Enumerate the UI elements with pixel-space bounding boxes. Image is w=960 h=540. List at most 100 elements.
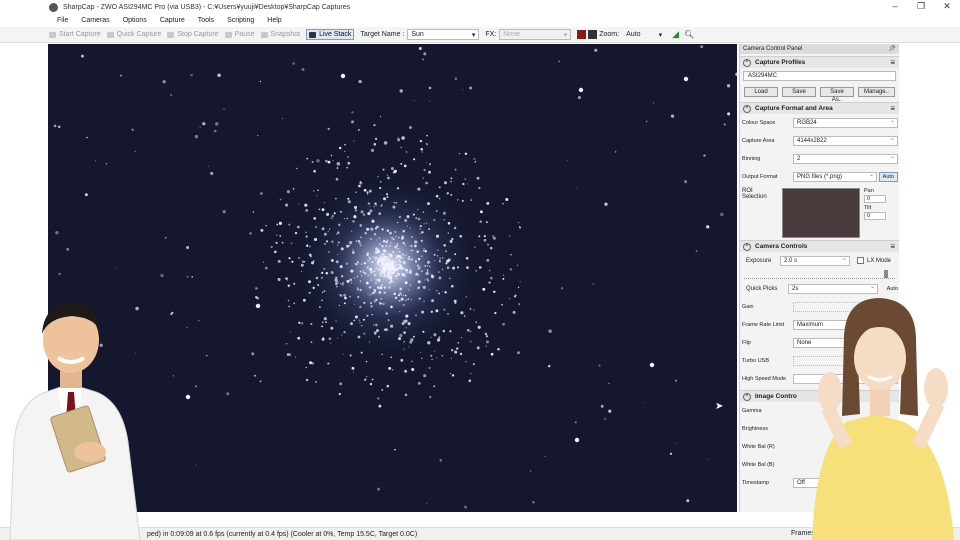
star bbox=[383, 141, 388, 145]
collapse-icon[interactable]: ⌃ bbox=[743, 242, 751, 251]
dropdown-arrow-icon: ▾ bbox=[658, 31, 663, 39]
menu-cameras[interactable]: Cameras bbox=[81, 17, 109, 24]
start-capture-button[interactable]: Start Capture bbox=[49, 31, 101, 38]
star bbox=[389, 244, 392, 247]
profile-select[interactable]: ASI294MC bbox=[743, 71, 896, 81]
zoom-select[interactable]: Auto ▾ bbox=[622, 29, 666, 40]
roi-preview[interactable] bbox=[782, 188, 860, 238]
menu-options[interactable]: Options bbox=[123, 17, 147, 24]
camera-controls-header[interactable]: ⌃ Camera Controls ≡ bbox=[740, 240, 899, 252]
star bbox=[518, 221, 520, 224]
star bbox=[311, 160, 314, 164]
maximize-button[interactable]: ❐ bbox=[908, 0, 934, 14]
binning-select[interactable]: 2 bbox=[793, 153, 898, 164]
magnifier-icon[interactable]: 🔍︎ bbox=[684, 30, 694, 39]
star bbox=[462, 182, 465, 186]
minimize-button[interactable]: – bbox=[882, 0, 908, 14]
star bbox=[371, 292, 374, 295]
pause-button[interactable]: Pause bbox=[224, 31, 255, 38]
save-button[interactable]: Save bbox=[781, 87, 816, 97]
star bbox=[421, 255, 423, 257]
star bbox=[423, 52, 427, 56]
star bbox=[423, 223, 425, 225]
star bbox=[449, 372, 452, 375]
exposure-slider[interactable] bbox=[744, 270, 895, 279]
menu-scripting[interactable]: Scripting bbox=[227, 17, 254, 24]
star bbox=[395, 201, 398, 204]
star bbox=[288, 223, 291, 226]
star bbox=[326, 212, 330, 216]
histogram-icon[interactable]: ◢ bbox=[672, 29, 679, 40]
pause-label: Pause bbox=[234, 31, 255, 38]
star bbox=[334, 276, 338, 280]
star bbox=[330, 342, 332, 344]
capture-profiles-header[interactable]: ⌃ Capture Profiles ≡ bbox=[740, 56, 899, 68]
dark-filter-icon[interactable] bbox=[588, 30, 598, 39]
capture-format-header[interactable]: ⌃ Capture Format and Area ≡ bbox=[740, 102, 899, 114]
tilt-input[interactable]: 0 bbox=[864, 212, 886, 220]
star bbox=[359, 280, 362, 282]
star bbox=[325, 321, 328, 324]
star bbox=[423, 300, 425, 303]
load-button[interactable]: Load bbox=[744, 87, 778, 97]
star bbox=[391, 236, 394, 239]
star bbox=[310, 323, 313, 326]
slider-thumb[interactable] bbox=[884, 270, 888, 278]
star bbox=[398, 215, 402, 219]
star bbox=[428, 86, 432, 90]
exposure-input[interactable]: 2.0 s bbox=[780, 255, 850, 266]
star bbox=[447, 258, 451, 262]
collapse-icon[interactable]: ⌃ bbox=[743, 58, 751, 67]
target-name-select[interactable]: Sun ▾ bbox=[407, 29, 480, 40]
star bbox=[489, 276, 493, 280]
star bbox=[324, 290, 326, 292]
collapse-icon[interactable]: ⌃ bbox=[743, 392, 751, 401]
stop-capture-button[interactable]: Stop Capture bbox=[167, 31, 219, 38]
star bbox=[464, 178, 467, 180]
star bbox=[191, 275, 194, 278]
output-format-select[interactable]: PNG files (*.png) bbox=[793, 171, 877, 182]
menu-file[interactable]: File bbox=[57, 17, 68, 24]
star bbox=[382, 264, 384, 266]
image-viewport[interactable]: ➤ bbox=[48, 44, 737, 512]
hamburger-icon[interactable]: ≡ bbox=[890, 58, 895, 67]
star bbox=[347, 200, 351, 204]
star bbox=[484, 332, 488, 336]
star bbox=[405, 299, 407, 302]
menu-help[interactable]: Help bbox=[267, 17, 281, 24]
star bbox=[339, 382, 343, 386]
save-as-button[interactable]: Save As.. bbox=[819, 87, 854, 103]
star bbox=[293, 302, 296, 305]
red-filter-icon[interactable] bbox=[577, 30, 587, 39]
pin-icon[interactable]: 📌︎ bbox=[888, 44, 896, 54]
quick-picks-auto[interactable]: Auto bbox=[887, 286, 898, 292]
fx-select[interactable]: None ▾ bbox=[499, 29, 572, 40]
lx-mode-checkbox[interactable]: LX Mode bbox=[857, 257, 891, 265]
capture-area-select[interactable]: 4144x2822 bbox=[793, 135, 898, 146]
manage-button[interactable]: Manage.. bbox=[857, 87, 895, 97]
colour-space-select[interactable]: RGB24 bbox=[793, 117, 898, 128]
pan-input[interactable]: 0 bbox=[864, 195, 886, 203]
star bbox=[360, 263, 363, 265]
star bbox=[411, 360, 414, 363]
star bbox=[414, 244, 417, 248]
collapse-icon[interactable]: ⌃ bbox=[743, 104, 751, 113]
star bbox=[485, 221, 488, 224]
star bbox=[251, 352, 255, 356]
star bbox=[253, 374, 257, 377]
quick-picks-select[interactable]: 2s bbox=[788, 283, 878, 294]
snapshot-button[interactable]: Snapshot bbox=[260, 31, 300, 38]
menu-capture[interactable]: Capture bbox=[160, 17, 185, 24]
close-button[interactable]: ✕ bbox=[934, 0, 960, 14]
star bbox=[359, 224, 363, 227]
star bbox=[403, 340, 406, 343]
star bbox=[305, 235, 308, 238]
live-stack-button[interactable]: Live Stack bbox=[306, 29, 355, 40]
quick-capture-button[interactable]: Quick Capture bbox=[106, 31, 161, 38]
hamburger-icon[interactable]: ≡ bbox=[890, 242, 895, 251]
auto-button[interactable]: Auto bbox=[878, 172, 898, 182]
star bbox=[301, 322, 304, 325]
hamburger-icon[interactable]: ≡ bbox=[890, 104, 895, 113]
menu-tools[interactable]: Tools bbox=[198, 17, 214, 24]
star bbox=[360, 236, 362, 239]
